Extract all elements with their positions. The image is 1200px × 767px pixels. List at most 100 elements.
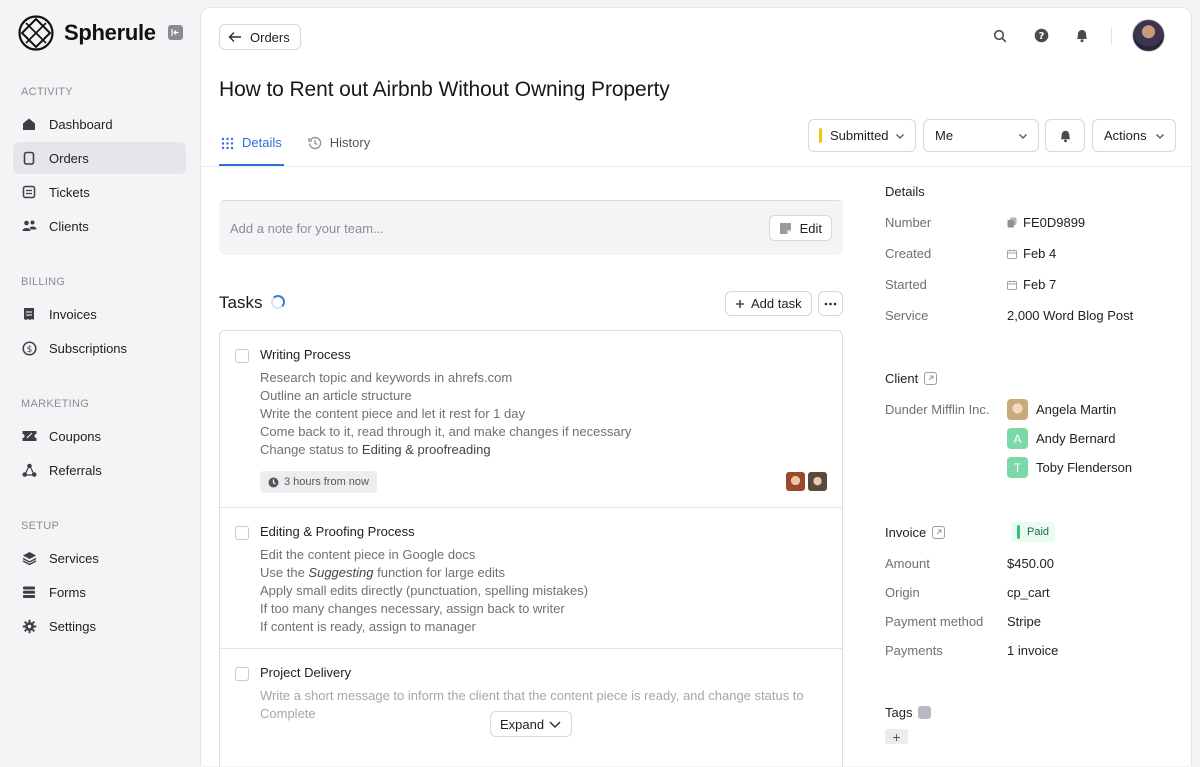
created-date: Feb 4 [1023, 246, 1057, 261]
sidebar-item-label: Settings [49, 618, 96, 634]
number-label: Number [885, 215, 932, 230]
contact-name: Toby Flenderson [1036, 460, 1133, 475]
service-value[interactable]: 2,000 Word Blog Post [1007, 308, 1133, 323]
sidebar-item-subscriptions[interactable]: $ Subscriptions [13, 332, 186, 364]
external-link-icon[interactable] [924, 372, 938, 385]
sidebar-item-referrals[interactable]: Referrals [13, 454, 186, 486]
sidebar-item-tickets[interactable]: Tickets [13, 176, 186, 208]
arrow-left-icon [228, 32, 241, 42]
notifications-bell-icon[interactable] [1071, 25, 1093, 47]
client-company[interactable]: Dunder Mifflin Inc. [885, 402, 990, 417]
sidebar-item-label: Tickets [49, 184, 90, 200]
collapse-sidebar-icon[interactable] [168, 25, 183, 40]
step-text: Use the [260, 565, 309, 580]
chevron-down-icon [1156, 134, 1164, 139]
sidebar-item-services[interactable]: Services [13, 542, 186, 574]
team-note-box[interactable]: Add a note for your team... Edit [219, 200, 843, 255]
chevron-down-icon [1019, 134, 1027, 139]
search-icon[interactable] [989, 25, 1011, 47]
sidebar-item-invoices[interactable]: Invoices [13, 298, 186, 330]
started-date: Feb 7 [1023, 277, 1057, 292]
task-step: Apply small edits directly (punctuation,… [260, 583, 589, 598]
spherule-logo-icon [18, 15, 54, 51]
task-step: Change status to Editing & proofreading [260, 441, 631, 459]
step-emphasis: Suggesting [308, 565, 374, 580]
referral-icon [21, 462, 37, 478]
task-step: Use the Suggesting function for large ed… [260, 564, 588, 582]
gear-icon [21, 618, 37, 634]
details-heading: Details [885, 184, 925, 199]
sidebar-item-label: Referrals [49, 462, 102, 478]
status-select[interactable]: Submitted [808, 119, 916, 152]
tasks-more-button[interactable] [818, 291, 843, 316]
note-placeholder: Add a note for your team... [230, 221, 384, 236]
add-task-button[interactable]: Add task [725, 291, 812, 316]
sidebar-section-marketing: MARKETING Coupons Referrals [0, 398, 200, 486]
help-icon[interactable]: ? [1030, 25, 1052, 47]
calendar-icon [1007, 280, 1017, 290]
sidebar-item-settings[interactable]: Settings [13, 610, 186, 642]
expand-tasks-button[interactable]: Expand [490, 711, 572, 737]
edit-label: Edit [799, 220, 822, 236]
payment-method-value: Stripe [1007, 614, 1041, 629]
number-value[interactable]: FE0D9899 [1007, 215, 1085, 230]
due-date-badge[interactable]: 3 hours from now [260, 471, 377, 493]
client-contact[interactable]: A Andy Bernard [1007, 428, 1116, 449]
tasks-list: Writing Process Research topic and keywo… [219, 330, 843, 767]
sidebar-section-setup: SETUP Services Forms Settings [0, 520, 200, 642]
users-icon [21, 218, 37, 234]
assignee-avatar[interactable] [807, 471, 828, 492]
sidebar-item-coupons[interactable]: Coupons [13, 420, 186, 452]
sidebar-item-clients[interactable]: Clients [13, 210, 186, 242]
back-to-orders-button[interactable]: Orders [219, 24, 301, 50]
status-value: Submitted [830, 128, 889, 143]
client-contact[interactable]: T Toby Flenderson [1007, 457, 1132, 478]
sidebar-item-label: Orders [49, 150, 89, 166]
order-number: FE0D9899 [1023, 215, 1086, 230]
section-title: SETUP [21, 520, 60, 532]
sidebar-section-billing: BILLING Invoices $ Subscriptions [0, 276, 200, 364]
add-tag-button[interactable]: + [885, 729, 908, 745]
contact-name: Andy Bernard [1036, 431, 1116, 446]
invoice-icon [21, 306, 37, 322]
chevron-down-icon [549, 721, 561, 728]
assignee-select[interactable]: Me [923, 119, 1039, 152]
history-clock-icon [308, 136, 321, 150]
brand[interactable]: Spherule [18, 15, 156, 51]
created-label: Created [885, 246, 932, 261]
home-icon [21, 116, 37, 132]
edit-note-button[interactable]: Edit [768, 215, 832, 241]
client-contact[interactable]: Angela Martin [1007, 399, 1116, 420]
section-title: MARKETING [21, 398, 90, 410]
chevron-down-icon[interactable] [918, 706, 932, 719]
sidebar-item-label: Subscriptions [49, 340, 128, 356]
payments-value[interactable]: 1 invoice [1007, 643, 1058, 658]
tab-history[interactable]: History [306, 130, 372, 166]
sidebar-item-forms[interactable]: Forms [13, 576, 186, 608]
task-item[interactable]: Editing & Proofing Process Edit the cont… [220, 508, 842, 649]
task-checkbox[interactable] [235, 349, 249, 363]
add-task-label: Add task [751, 296, 802, 311]
page-title: How to Rent out Airbnb Without Owning Pr… [219, 78, 670, 101]
origin-value: cp_cart [1007, 585, 1050, 600]
task-step: Come back to it, read through it, and ma… [260, 424, 632, 439]
tabs-divider [201, 166, 1191, 167]
sidebar-item-dashboard[interactable]: Dashboard [13, 108, 186, 140]
task-checkbox[interactable] [235, 667, 249, 681]
external-link-icon[interactable] [932, 526, 946, 539]
actions-menu-button[interactable]: Actions [1092, 119, 1176, 152]
tab-details[interactable]: Details [219, 130, 284, 166]
task-assignees [785, 471, 828, 492]
invoice-status-badge: Paid [1011, 522, 1056, 542]
sidebar-item-orders[interactable]: Orders [13, 142, 186, 174]
task-item[interactable]: Writing Process Research topic and keywo… [220, 331, 842, 508]
tags-title: Tags [885, 705, 913, 720]
user-avatar[interactable] [1132, 19, 1165, 52]
step-text: function for large edits [373, 565, 506, 580]
task-item[interactable]: Project Delivery Write a short message t… [220, 649, 842, 767]
contact-avatar: A [1007, 428, 1028, 449]
assignee-avatar[interactable] [785, 471, 806, 492]
subscribe-notifications-button[interactable] [1045, 119, 1085, 152]
task-checkbox[interactable] [235, 526, 249, 540]
task-title: Writing Process [260, 347, 351, 362]
